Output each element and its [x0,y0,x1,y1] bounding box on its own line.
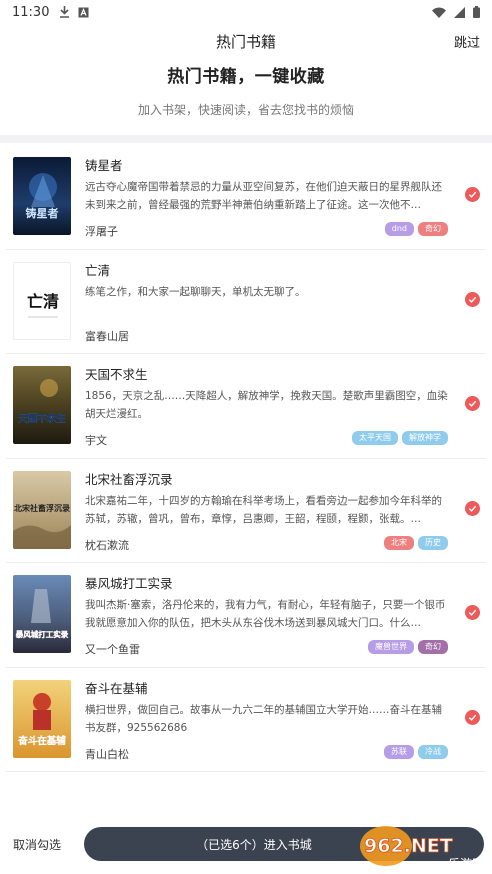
top-bar: 热门书籍 跳过 [0,24,492,58]
checkmark-icon [468,296,477,303]
cover-title: 奋斗在基辅 [17,735,66,747]
book-card[interactable]: 亡清 亡清 练笔之作，和大家一起聊聊天，单机太无聊了。 富春山居 [6,250,486,354]
checkmark-icon [468,400,477,407]
book-description: 练笔之作，和大家一起聊聊天，单机太无聊了。 [85,285,306,298]
enter-bookstore-label: （已选6个）进入书城 [196,837,312,852]
book-tags: 北宋 历史 [384,535,448,550]
book-cover: 奋斗在基辅 [13,679,71,758]
select-checkbox[interactable] [465,291,480,307]
cover-title: 亡清 [27,292,59,311]
book-title: 天国不求生 [85,367,148,382]
cover-title: 天国不求生 [18,413,66,425]
watermark-logo: 962.NET 乐游网 [360,826,484,871]
select-checkbox[interactable] [465,396,480,411]
section-divider [0,135,492,143]
book-tag: 历史 [418,535,448,550]
book-description: 远古夺心魔帝国带着禁忌的力量从亚空间复苏，在他们迫天蔽日的星界舰队还未到来之前，… [85,181,442,211]
book-tag: 北宋 [384,535,414,550]
book-title: 亡清 [85,262,111,278]
book-tags: 太平天国 解放神学 [352,431,448,445]
select-checkbox[interactable] [465,605,480,620]
book-card[interactable]: 北宋社畜浮沉录 北宋社畜浮沉录 北宋嘉祐二年，十四岁的方翰瑜在科举考场上，看看旁… [6,459,486,563]
book-tag: 解放神学 [402,431,448,445]
watermark-text: 962.NET [364,835,453,857]
book-title: 暴风城打工实录 [85,576,173,591]
battery-icon [473,6,480,18]
book-title: 奋斗在基辅 [85,680,148,696]
cover-title: 铸星者 [26,206,59,220]
status-bar: 11:30 [0,0,492,24]
book-list: 铸星者 铸星者 远古夺心魔帝国带着禁忌的力量从亚空间复苏，在他们迫天蔽日的星界舰… [6,145,486,772]
skip-button[interactable]: 跳过 [454,32,480,51]
book-tag: 太平天国 [352,431,398,445]
book-tag: dnd [384,222,414,236]
book-author: 浮屠子 [85,225,118,238]
book-card[interactable]: 暴风城打工实录 暴风城打工实录 我叫杰斯·塞索，洛丹伦来的，我有力气，有耐心，年… [6,563,486,668]
book-tags: 魔兽世界 奇幻 [368,640,448,654]
hero-subtitle: 加入书架，快速阅读，省去您找书的烦恼 [137,103,354,117]
book-tag: 冷战 [418,744,448,759]
book-author: 枕石漱流 [85,538,129,552]
checkmark-icon [468,191,477,198]
book-card[interactable]: 奋斗在基辅 奋斗在基辅 横扫世界，做回自己。故事从一九六二年的基辅国立大学开始…… [6,668,486,772]
book-description: 我叫杰斯·塞索，洛丹伦来的，我有力气，有耐心，年轻有脑子，只要一个银币我就愿意加… [85,599,446,629]
book-cover: 亡清 [13,261,71,340]
book-card[interactable]: 铸星者 铸星者 远古夺心魔帝国带着禁忌的力量从亚空间复苏，在他们迫天蔽日的星界舰… [6,145,486,250]
cover-title: 暴风城打工实录 [15,629,69,639]
checkmark-icon [468,609,477,616]
watermark-subtext: 乐游网 [448,857,484,871]
notification-a-icon [78,7,89,17]
book-title: 北宋社畜浮沉录 [85,471,173,487]
book-description: 北宋嘉祐二年，十四岁的方翰瑜在科举考场上，看看旁边一起参加今年科举的苏轼，苏辙，… [85,494,442,525]
book-tags: 苏联 冷战 [384,744,448,759]
book-cover: 铸星者 [13,157,71,235]
book-tag: 苏联 [384,744,414,759]
book-author: 青山白松 [85,747,129,761]
cover-title: 北宋社畜浮沉录 [14,503,70,513]
checkmark-icon [468,714,477,721]
book-title: 铸星者 [85,158,123,173]
book-cover: 北宋社畜浮沉录 [13,470,71,549]
book-card[interactable]: 天国不求生 天国不求生 1856，天京之乱……天降超人，解放神学，挽救天国。楚歌… [6,354,486,459]
status-time: 11:30 [12,4,50,20]
download-icon [60,6,70,18]
book-tags: dnd 奇幻 [384,222,448,236]
book-tag: 奇幻 [418,222,448,236]
hero-section: 热门书籍，一键收藏 加入书架，快速阅读，省去您找书的烦恼 [0,62,492,118]
select-checkbox[interactable] [465,709,480,725]
select-checkbox[interactable] [465,187,480,202]
book-cover: 暴风城打工实录 [13,575,71,653]
select-checkbox[interactable] [465,500,480,516]
book-description: 1856，天京之乱……天降超人，解放神学，挽救天国。楚歌声里霸图空，血染胡天烂漫… [85,390,448,420]
signal-icon [454,6,465,18]
book-author: 又一个鱼雷 [85,643,140,656]
book-cover: 天国不求生 [13,366,71,444]
book-author: 宇文 [85,434,107,447]
book-description: 横扫世界，做回自己。故事从一九六二年的基辅国立大学开始……奋斗在基辅书友群，92… [85,703,442,734]
page-title: 热门书籍 [215,32,276,51]
cancel-selection-button[interactable]: 取消勾选 [13,836,61,853]
checkmark-icon [468,505,477,512]
hero-headline: 热门书籍，一键收藏 [167,67,325,87]
wifi-icon [432,7,446,18]
book-tag: 魔兽世界 [368,640,414,654]
book-author: 富春山居 [85,329,129,343]
book-tag: 奇幻 [418,640,448,654]
